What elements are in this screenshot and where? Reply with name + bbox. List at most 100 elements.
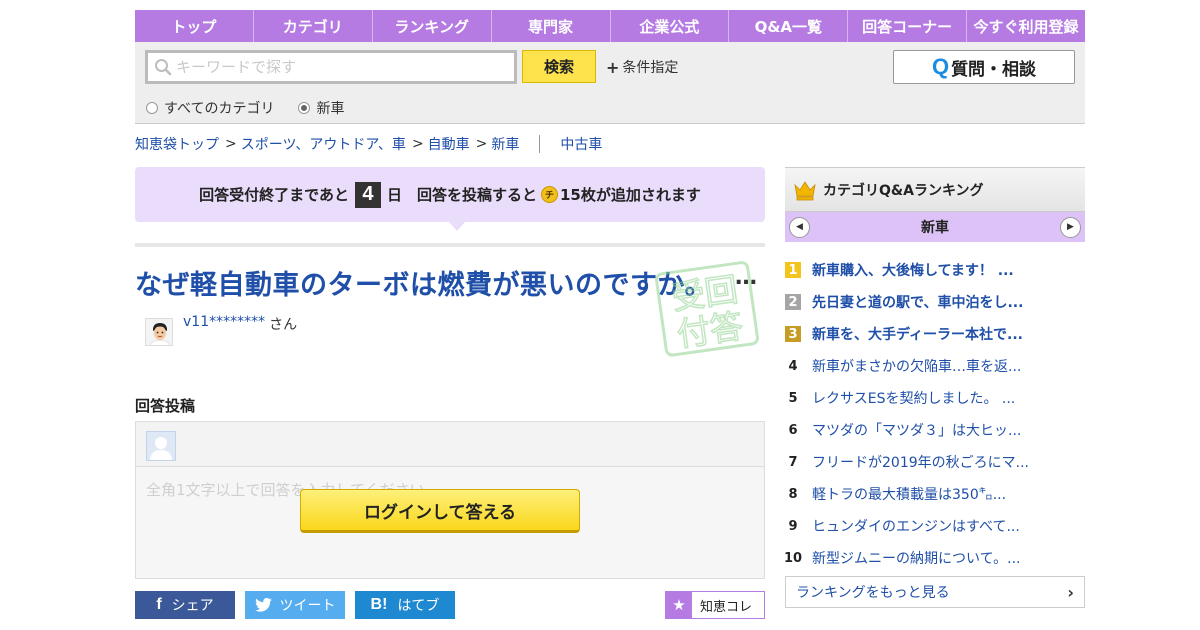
condition-label: 条件指定	[622, 60, 679, 76]
ranking-link[interactable]: ヒュンダイのエンジンはすべて...	[812, 516, 1020, 536]
ranking-item: 9 ヒュンダイのエンジンはすべて...	[785, 510, 1085, 542]
chevron-left-icon: ◀	[796, 222, 803, 232]
breadcrumb-top[interactable]: 知恵袋トップ	[135, 134, 219, 154]
nav-qa-list[interactable]: Q&A一覧	[729, 10, 849, 42]
radio-all-label: すべてのカテゴリ	[164, 101, 275, 117]
answer-form: 全角1文字以上で回答を入力してください ログインして答える	[135, 421, 765, 579]
page: トップ カテゴリ ランキング 専門家 企業公式 Q&A一覧 回答コーナー 今すぐ…	[135, 10, 1085, 619]
search-box[interactable]	[145, 50, 517, 84]
ranking-item: 10 新型ジムニーの納期について。...	[784, 542, 1085, 574]
notice-text-3: 15枚が追加されます	[560, 186, 701, 204]
ranking-link[interactable]: 軽トラの最大積載量は350㌔...	[812, 484, 1006, 504]
breadcrumb-sports[interactable]: スポーツ、アウトドア、車	[241, 134, 406, 154]
question-title-text: なぜ軽自動車のターボは燃費が悪いのですか。	[135, 270, 712, 301]
star-icon: ★	[666, 592, 692, 618]
coin-icon: チ	[541, 186, 558, 203]
answer-heading: 回答投稿	[135, 397, 196, 415]
rank-number: 7	[788, 454, 798, 470]
rank-number: 1	[785, 262, 801, 278]
breadcrumb-divider	[539, 135, 541, 153]
ranking-link[interactable]: 新型ジムニーの納期について。...	[812, 548, 1021, 568]
rank-number: 4	[788, 358, 798, 374]
breadcrumb-separator: >	[225, 136, 237, 152]
hatena-label: はてブ	[397, 598, 440, 614]
ranking-link[interactable]: 新車購入、大後悔してます！ ...	[812, 260, 1014, 280]
user-avatar[interactable]	[145, 318, 173, 346]
category-radio-group: すべてのカテゴリ 新車	[146, 98, 344, 118]
radio-dot-selected	[298, 102, 311, 114]
accepting-answers-stamp: 受回 付答	[655, 261, 759, 357]
ranking-item: 5 レクサスESを契約しました。 ...	[785, 382, 1085, 414]
breadcrumb-separator: >	[475, 136, 488, 152]
ranking-sidebar: カテゴリQ&Aランキング ◀ 新車 ▶ 1 新車購入、大後悔してます！ ... 2…	[784, 167, 1085, 608]
nav-register[interactable]: 今すぐ利用登録	[967, 10, 1085, 42]
radio-current-category[interactable]: 新車	[298, 98, 344, 118]
breadcrumb: 知恵袋トップ > スポーツ、アウトドア、車 > 自動車 > 新車 中古車	[135, 134, 602, 154]
ranking-link[interactable]: 新車がまさかの欠陥車…車を返...	[812, 356, 1021, 376]
search-area: 検索 + 条件指定 Q 質問・相談 すべてのカテゴリ 新車	[135, 42, 1085, 124]
share-bar: f シェア ツイート B! はてブ ★ 知恵コレ	[135, 591, 765, 619]
nav-category[interactable]: カテゴリ	[254, 10, 373, 42]
ranking-link[interactable]: 新車を、大手ディーラー本社で...	[812, 324, 1023, 344]
breadcrumb-used-car[interactable]: 中古車	[560, 134, 602, 154]
notice-text-1: 回答受付終了まであと	[199, 186, 349, 204]
search-button[interactable]: 検索	[522, 50, 596, 83]
ranking-item: 6 マツダの「マツダ３」は大ヒッ...	[785, 414, 1085, 446]
hatena-icon: B!	[370, 596, 388, 613]
ask-question-button[interactable]: Q 質問・相談	[893, 50, 1075, 84]
radio-all-categories[interactable]: すべてのカテゴリ	[146, 98, 274, 118]
next-category-button[interactable]: ▶	[1060, 216, 1081, 238]
ranking-link[interactable]: レクサスESを契約しました。 ...	[812, 388, 1015, 408]
condition-link[interactable]: + 条件指定	[606, 57, 678, 77]
search-icon	[155, 59, 172, 76]
breadcrumb-automobile[interactable]: 自動車	[428, 134, 470, 154]
rank-number: 9	[788, 518, 798, 534]
ranking-item: 1 新車購入、大後悔してます！ ...	[785, 254, 1085, 286]
facebook-share-button[interactable]: f シェア	[135, 591, 235, 619]
nav-answer-corner[interactable]: 回答コーナー	[848, 10, 968, 42]
section-divider	[135, 243, 765, 247]
nav-official[interactable]: 企業公式	[611, 10, 730, 42]
notice-text-2: 日 回答を投稿すると	[386, 186, 537, 204]
twitter-bird-icon	[254, 598, 272, 612]
deadline-notice: 回答受付終了まであと 4 日 回答を投稿すると チ 15枚が追加されます	[135, 167, 765, 231]
user-silhouette-icon	[150, 437, 172, 460]
user-honorific: さん	[269, 317, 298, 333]
q-icon: Q	[931, 54, 950, 79]
radio-current-label: 新車	[316, 101, 345, 117]
ranking-link[interactable]: マツダの「マツダ３」は大ヒッ...	[812, 420, 1021, 440]
tweet-label: ツイート	[279, 598, 336, 614]
main-column: 回答受付終了まであと 4 日 回答を投稿すると チ 15枚が追加されます なぜ軽…	[135, 167, 765, 579]
ranking-item: 8 軽トラの最大積載量は350㌔...	[785, 478, 1085, 510]
more-ranking-label: ランキングをもっと見る	[796, 585, 950, 601]
user-name[interactable]: v11********	[183, 314, 265, 330]
ranking-title: カテゴリQ&Aランキング	[823, 182, 984, 199]
login-to-answer-button[interactable]: ログインして答える	[300, 489, 580, 533]
chiekore-label: 知恵コレ	[700, 599, 753, 615]
ranking-item: 3 新車を、大手ディーラー本社で...	[785, 318, 1085, 350]
breadcrumb-new-car[interactable]: 新車	[491, 134, 519, 154]
chiekore-button[interactable]: ★ 知恵コレ	[665, 591, 765, 619]
global-nav: トップ カテゴリ ランキング 専門家 企業公式 Q&A一覧 回答コーナー 今すぐ…	[135, 10, 1085, 42]
rank-number: 8	[788, 486, 798, 502]
crown-icon	[794, 180, 816, 200]
ranking-link[interactable]: 先日妻と道の駅で、車中泊をし...	[812, 292, 1023, 312]
search-input[interactable]	[176, 58, 506, 76]
ranking-header: カテゴリQ&Aランキング	[785, 167, 1085, 212]
nav-ranking[interactable]: ランキング	[373, 10, 492, 42]
chevron-right-icon: ▶	[1067, 222, 1074, 232]
ranking-link[interactable]: フリードが2019年の秋ごろにマ...	[812, 452, 1029, 472]
default-avatar	[146, 431, 176, 461]
face-icon	[146, 319, 172, 345]
answer-form-header	[136, 422, 764, 467]
twitter-tweet-button[interactable]: ツイート	[245, 591, 345, 619]
facebook-icon: f	[156, 596, 162, 613]
nav-top[interactable]: トップ	[135, 10, 254, 42]
prev-category-button[interactable]: ◀	[789, 216, 810, 238]
ranking-category-switcher: ◀ 新車 ▶	[785, 212, 1085, 242]
rank-number: 6	[788, 422, 798, 438]
ranking-item: 7 フリードが2019年の秋ごろにマ...	[785, 446, 1085, 478]
hatena-bookmark-button[interactable]: B! はてブ	[355, 591, 455, 619]
nav-experts[interactable]: 専門家	[492, 10, 611, 42]
more-ranking-link[interactable]: ランキングをもっと見る ›	[785, 576, 1085, 608]
